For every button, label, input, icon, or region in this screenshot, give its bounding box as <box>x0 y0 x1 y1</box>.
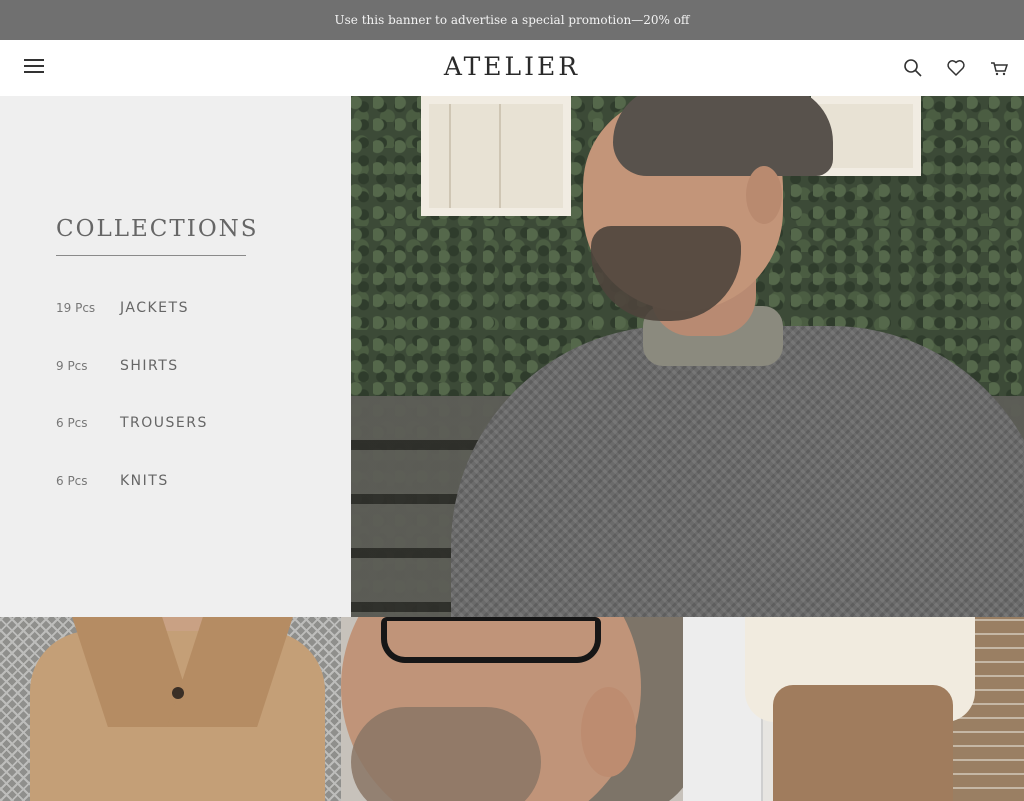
promo-text: Use this banner to advertise a special p… <box>334 13 690 27</box>
collection-item-knits[interactable]: 6 Pcs KNITS <box>56 471 169 491</box>
model-beard <box>351 707 541 801</box>
collection-item-jackets[interactable]: 19 Pcs JACKETS <box>56 298 189 318</box>
search-icon[interactable] <box>903 58 923 78</box>
collection-name: KNITS <box>120 473 169 489</box>
model-hair <box>613 96 833 176</box>
collection-item-shirts[interactable]: 9 Pcs SHIRTS <box>56 356 179 376</box>
brown-trousers <box>773 685 953 801</box>
promo-banner: Use this banner to advertise a special p… <box>0 0 1024 40</box>
collections-title: COLLECTIONS <box>56 216 259 242</box>
collections-divider <box>56 255 246 256</box>
collection-count: 6 Pcs <box>56 474 88 488</box>
site-header: ATELIER <box>0 40 1024 96</box>
product-tile-jacket[interactable] <box>0 617 341 801</box>
eyeglasses <box>381 617 601 663</box>
model-ear <box>581 687 636 777</box>
hero-image[interactable] <box>351 96 1024 617</box>
cart-icon[interactable] <box>989 58 1009 78</box>
collection-count: 19 Pcs <box>56 301 96 315</box>
background-window <box>421 96 571 216</box>
collection-name: JACKETS <box>120 300 189 316</box>
model-ear <box>746 166 782 224</box>
site-logo[interactable]: ATELIER <box>0 52 1024 81</box>
collections-panel: COLLECTIONS 19 Pcs JACKETS 9 Pcs SHIRTS … <box>0 96 351 617</box>
product-tile-trousers[interactable] <box>683 617 1024 801</box>
collection-item-trousers[interactable]: 6 Pcs TROUSERS <box>56 413 208 433</box>
collection-name: TROUSERS <box>120 415 208 431</box>
collection-count: 9 Pcs <box>56 359 88 373</box>
collection-count: 6 Pcs <box>56 416 88 430</box>
coat-button <box>172 687 184 699</box>
collection-name: SHIRTS <box>120 358 179 374</box>
product-tile-glasses[interactable] <box>341 617 683 801</box>
heart-icon[interactable] <box>946 58 966 78</box>
